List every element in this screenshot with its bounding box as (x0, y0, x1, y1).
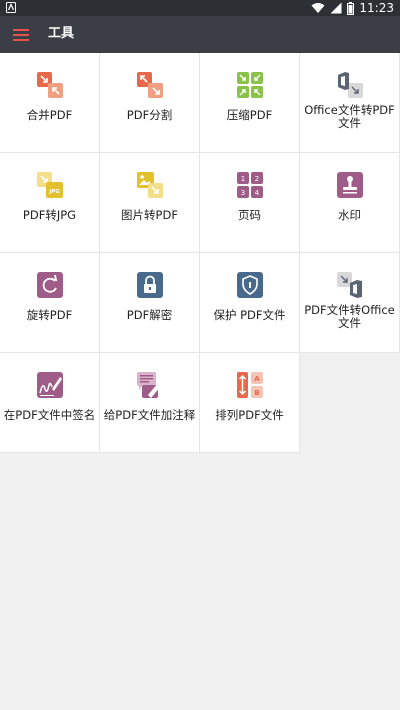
signal-icon (330, 2, 342, 14)
tool-label: 压缩PDF (226, 108, 273, 122)
wifi-icon (311, 3, 325, 13)
tool-protect-pdf[interactable]: 保护 PDF文件 (200, 253, 300, 353)
tool-label: PDF转JPG (22, 208, 77, 222)
tool-label: PDF分割 (126, 108, 173, 122)
tool-label: 排列PDF文件 (215, 408, 284, 422)
page-numbers-icon: 1 2 3 4 (236, 172, 263, 198)
tool-organize-pdf[interactable]: A B 排列PDF文件 (200, 353, 300, 453)
tool-label: 旋转PDF (26, 308, 73, 322)
tool-pdf-to-office[interactable]: PDF文件转Office文件 (300, 253, 400, 353)
tool-page-numbers[interactable]: 1 2 3 4 页码 (200, 153, 300, 253)
tool-label: 给PDF文件加注释 (103, 408, 196, 422)
tool-label: 页码 (238, 208, 261, 222)
rotate-pdf-icon (36, 272, 63, 298)
tool-office-to-pdf[interactable]: Office文件转PDF文件 (300, 53, 400, 153)
unlock-pdf-icon (136, 272, 163, 298)
tool-label: PDF解密 (126, 308, 173, 322)
svg-text:A: A (254, 375, 260, 383)
merge-pdf-icon (36, 72, 63, 98)
tool-unlock-pdf[interactable]: PDF解密 (100, 253, 200, 353)
compress-pdf-icon (236, 72, 263, 98)
svg-text:2: 2 (254, 175, 258, 183)
tool-label: Office文件转PDF文件 (304, 103, 395, 130)
office-to-pdf-icon (337, 72, 363, 98)
sign-pdf-icon (36, 372, 63, 398)
tool-annotate-pdf[interactable]: 给PDF文件加注释 (100, 353, 200, 453)
tool-merge-pdf[interactable]: 合并PDF (0, 53, 100, 153)
tool-label: 合并PDF (26, 108, 73, 122)
tool-split-pdf[interactable]: PDF分割 (100, 53, 200, 153)
tool-label: 水印 (338, 208, 361, 222)
image-to-pdf-icon (136, 172, 163, 198)
tool-label: 图片转PDF (121, 208, 178, 222)
pdf-to-jpg-icon: JPG (36, 172, 63, 198)
tool-sign-pdf[interactable]: 在PDF文件中签名 (0, 353, 100, 453)
watermark-stamp-icon (336, 172, 363, 198)
tool-label: 在PDF文件中签名 (3, 408, 96, 422)
page-title: 工具 (48, 26, 75, 41)
tool-image-to-pdf[interactable]: 图片转PDF (100, 153, 200, 253)
menu-button[interactable] (10, 25, 32, 45)
status-bar: 11:23 (0, 0, 400, 16)
status-time: 11:23 (359, 1, 394, 15)
svg-text:1: 1 (240, 175, 244, 183)
tool-pdf-to-jpg[interactable]: JPG PDF转JPG (0, 153, 100, 253)
protect-pdf-icon (236, 272, 263, 298)
app-bar: 工具 (0, 16, 400, 53)
battery-icon (347, 1, 355, 15)
split-pdf-icon (136, 72, 163, 98)
tool-compress-pdf[interactable]: 压缩PDF (200, 53, 300, 153)
pdf-to-office-icon (336, 272, 362, 298)
tool-label: 保护 PDF文件 (213, 308, 286, 322)
notification-icon (6, 2, 16, 13)
tool-rotate-pdf[interactable]: 旋转PDF (0, 253, 100, 353)
organize-pdf-icon: A B (236, 372, 263, 398)
annotate-pdf-icon (136, 372, 161, 398)
hamburger-menu-icon (13, 29, 29, 41)
svg-text:3: 3 (240, 189, 244, 197)
svg-text:B: B (254, 389, 259, 397)
tool-watermark[interactable]: 水印 (300, 153, 400, 253)
svg-text:JPG: JPG (48, 189, 60, 195)
tool-label: PDF文件转Office文件 (304, 303, 395, 330)
svg-text:4: 4 (254, 189, 259, 197)
